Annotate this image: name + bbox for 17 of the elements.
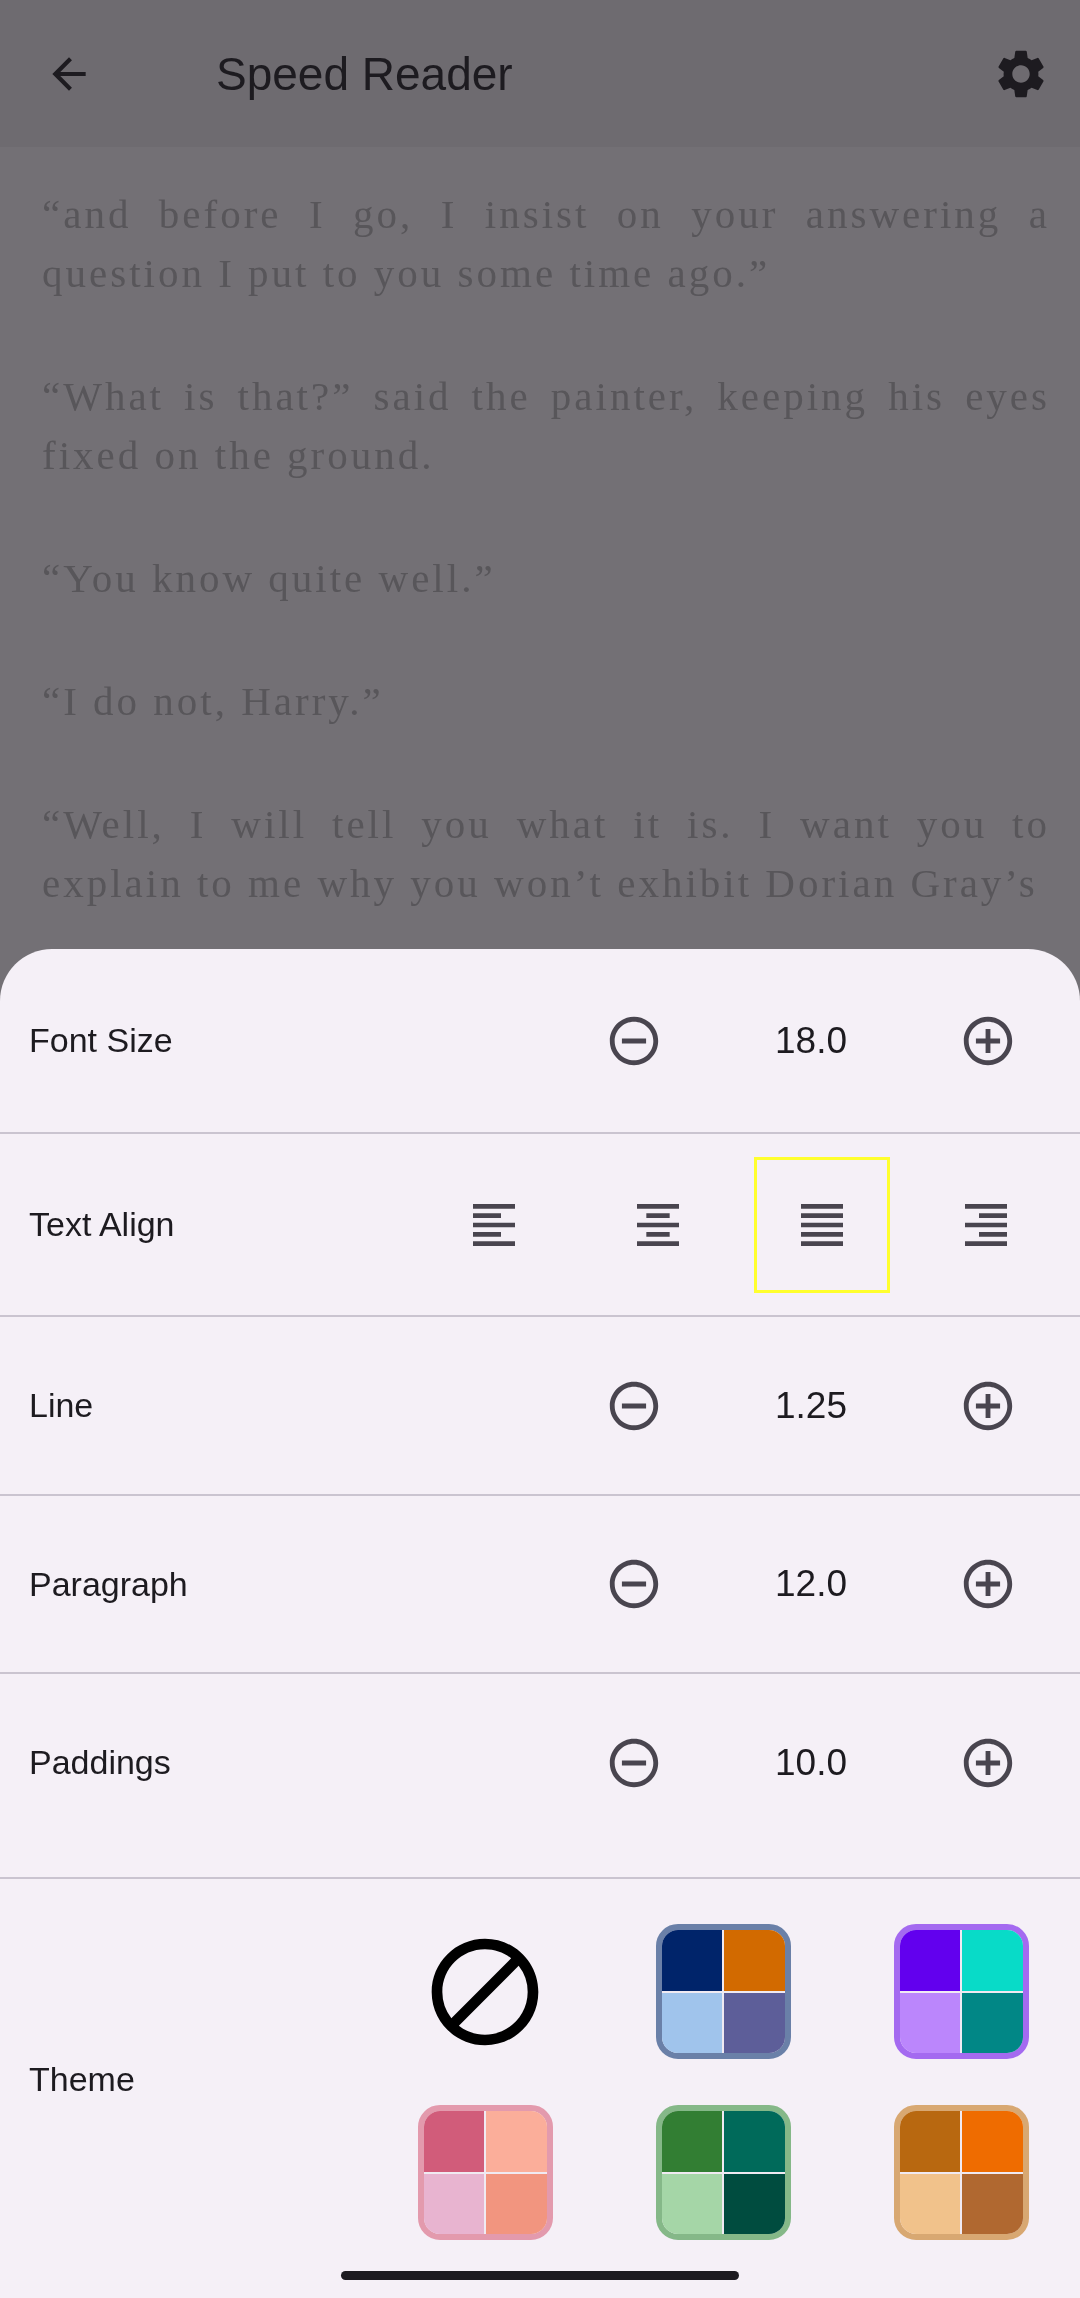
setting-label: Line <box>29 1386 95 1425</box>
setting-value: 1.25 <box>774 1384 848 1427</box>
setting-label: Text Align <box>29 1205 176 1244</box>
theme-swatch[interactable] <box>893 2105 1029 2240</box>
setting-value: 12.0 <box>774 1563 848 1605</box>
setting-value: 18.0 <box>774 1019 848 1062</box>
theme-swatch[interactable] <box>417 2105 553 2240</box>
align-justify-button[interactable] <box>754 1156 890 1293</box>
app-title: Speed Reader <box>216 46 514 101</box>
setting-label: Paragraph <box>29 1564 189 1604</box>
setting-value: 10.0 <box>774 1741 848 1784</box>
setting-label: Font Size <box>29 1021 174 1060</box>
setting-label: Paddings <box>29 1743 172 1782</box>
setting-label: Theme <box>29 2060 136 2099</box>
theme-swatch[interactable] <box>655 1924 791 2059</box>
theme-swatch[interactable] <box>893 1924 1029 2059</box>
theme-swatch[interactable] <box>655 2105 791 2240</box>
